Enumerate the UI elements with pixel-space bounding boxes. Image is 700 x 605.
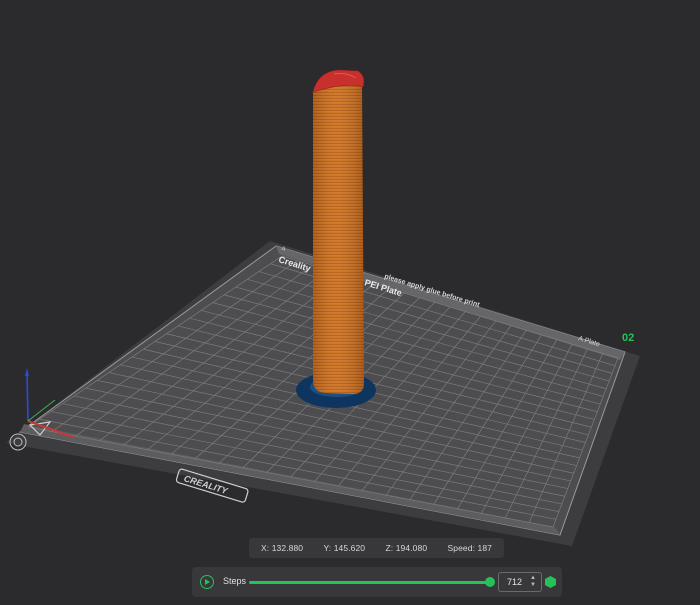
spinner-icon[interactable]: ▲ ▼	[529, 575, 537, 589]
play-icon[interactable]	[200, 575, 214, 589]
steps-slider-thumb[interactable]	[485, 577, 495, 587]
position-readout: X: 132.880 Y: 145.620 Z: 194.080 Speed: …	[249, 538, 504, 558]
printed-model	[312, 69, 365, 394]
steps-slider[interactable]	[249, 577, 495, 587]
3d-viewport[interactable]: Creality PEI Plate please apply glue bef…	[0, 0, 700, 605]
layer-icon[interactable]	[545, 576, 556, 588]
step-number-input[interactable]: 712 ▲ ▼	[498, 572, 542, 592]
plate-number: 02	[622, 332, 634, 344]
y-coordinate: Y: 145.620	[323, 543, 366, 553]
x-coordinate: X: 132.880	[261, 543, 304, 553]
speed-value: Speed: 187	[447, 543, 492, 553]
step-value: 712	[507, 577, 523, 587]
z-coordinate: Z: 194.080	[385, 543, 428, 553]
steps-toolbar: Steps 712 ▲ ▼	[192, 567, 562, 597]
steps-label: Steps	[223, 576, 247, 586]
